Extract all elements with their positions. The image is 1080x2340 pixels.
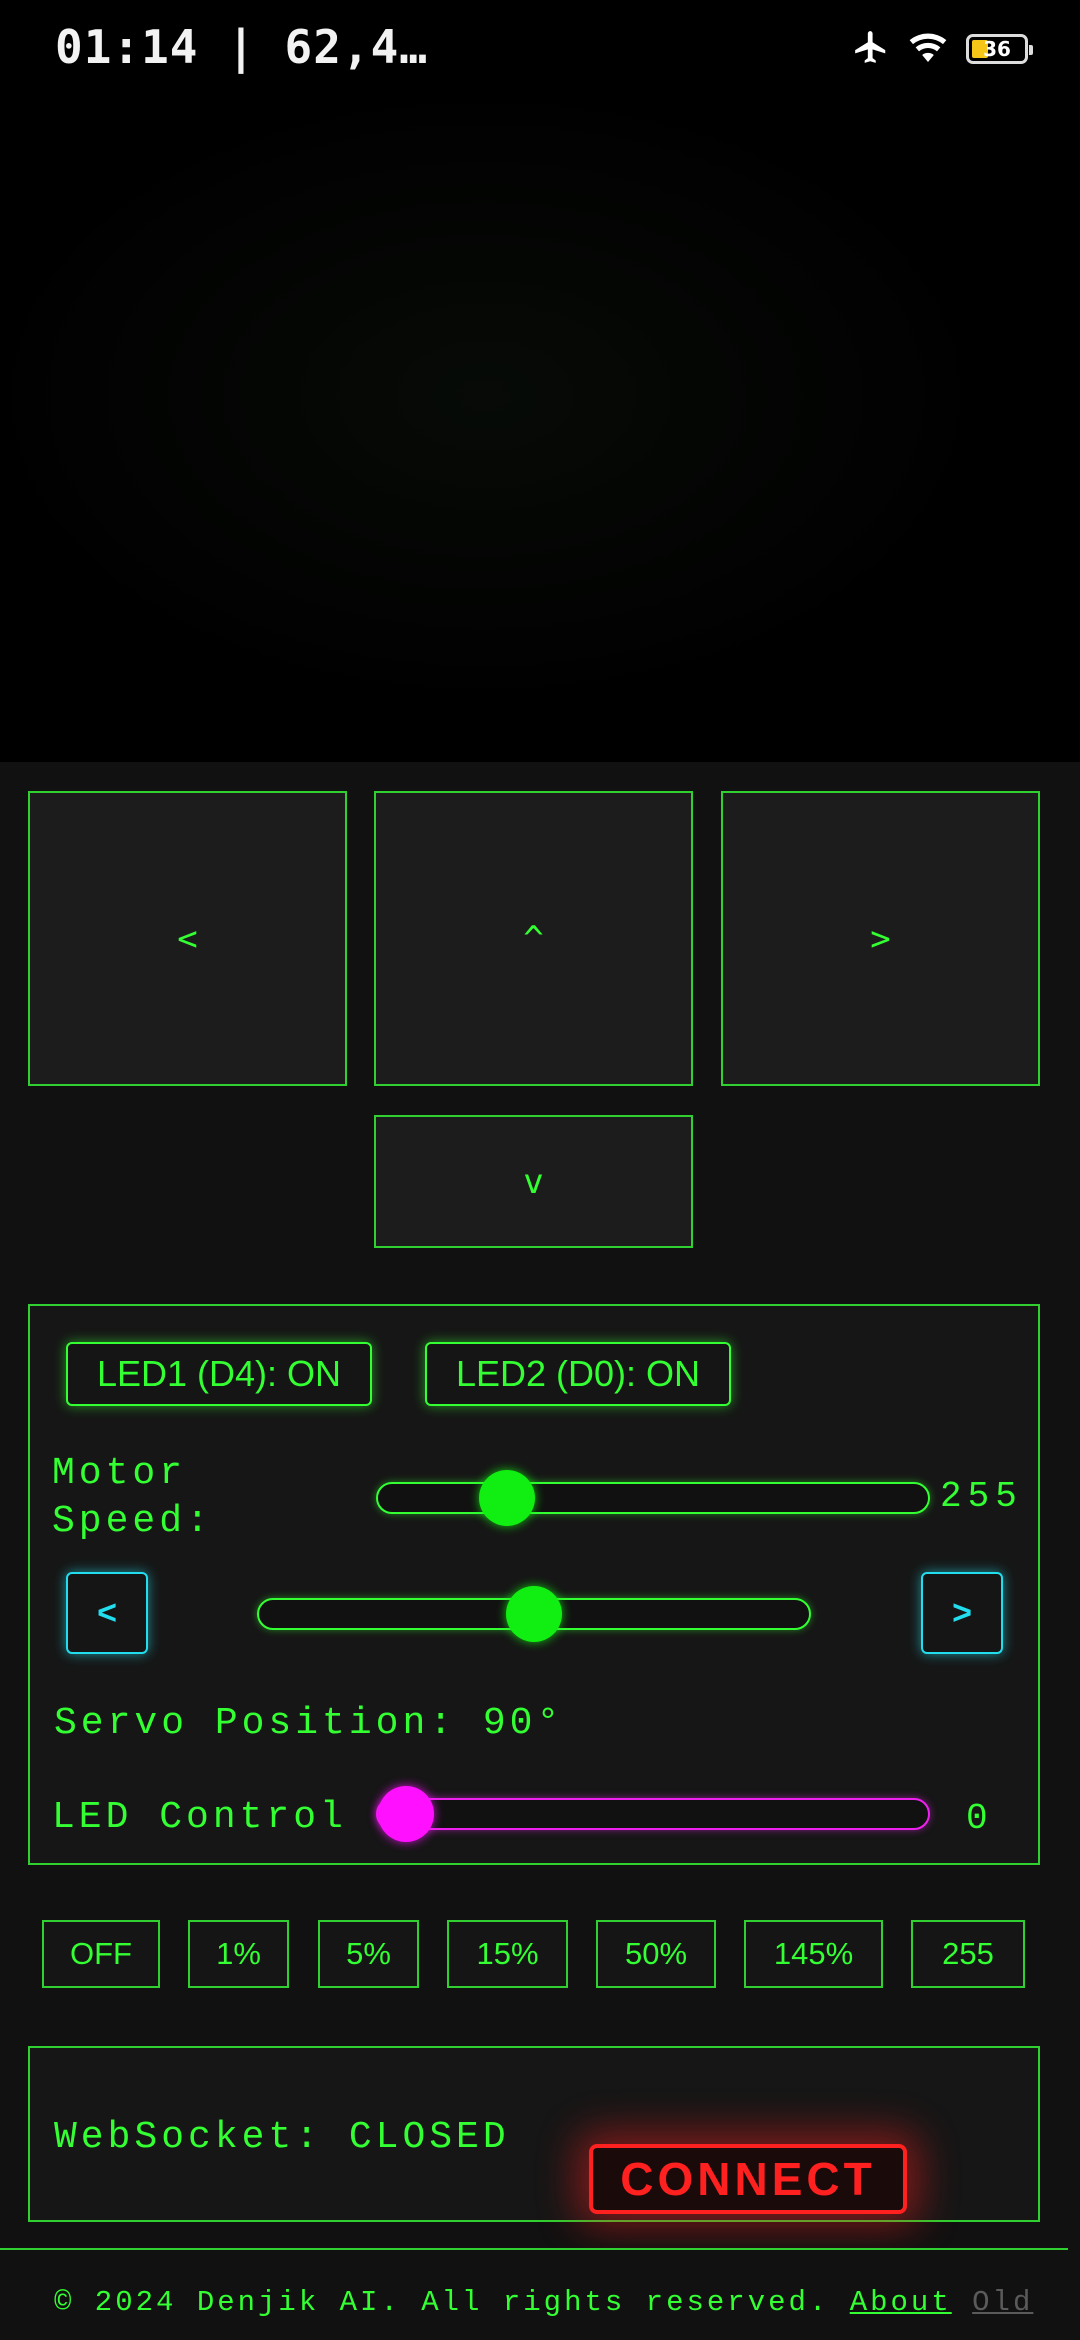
- servo-position-label: Servo Position: 90°: [54, 1702, 564, 1745]
- motor-speed-label: Motor Speed:: [52, 1452, 213, 1543]
- motor-speed-slider[interactable]: [376, 1470, 930, 1526]
- motor-speed-value: 255: [940, 1476, 1023, 1517]
- preset-15-button[interactable]: 15%: [447, 1920, 568, 1988]
- status-time: 01:14 | 62,4…: [55, 20, 429, 74]
- preset-1-button[interactable]: 1%: [188, 1920, 289, 1988]
- airplane-mode-icon: [852, 28, 890, 70]
- led-brightness-thumb[interactable]: [378, 1786, 434, 1842]
- preset-145-button[interactable]: 145%: [744, 1920, 883, 1988]
- backward-button[interactable]: v: [374, 1115, 693, 1248]
- camera-stream: [0, 96, 1080, 762]
- servo-right-button[interactable]: >: [921, 1572, 1003, 1654]
- status-bar: 01:14 | 62,4… 36: [0, 0, 1080, 96]
- wifi-icon: [908, 30, 948, 68]
- servo-thumb[interactable]: [506, 1586, 562, 1642]
- connect-button[interactable]: CONNECT: [589, 2144, 907, 2214]
- left-button[interactable]: <: [28, 791, 347, 1086]
- footer: © 2024 Denjik AI. All rights reserved. A…: [0, 2248, 1068, 2340]
- preset-50-button[interactable]: 50%: [596, 1920, 716, 1988]
- led-control-value: 0: [966, 1798, 994, 1839]
- led-control-label: LED Control: [52, 1796, 347, 1839]
- copyright-text: © 2024 Denjik AI. All rights reserved.: [54, 2286, 830, 2319]
- preset-5-button[interactable]: 5%: [318, 1920, 419, 1988]
- right-button[interactable]: >: [721, 791, 1040, 1086]
- led-brightness-slider[interactable]: [376, 1786, 930, 1842]
- led2-toggle-button[interactable]: LED2 (D0): ON: [425, 1342, 731, 1406]
- servo-slider[interactable]: [257, 1586, 811, 1642]
- status-icons: 36: [852, 28, 1033, 70]
- preset-off-button[interactable]: OFF: [42, 1920, 160, 1988]
- websocket-status: WebSocket: CLOSED: [54, 2116, 510, 2159]
- forward-button[interactable]: ^: [374, 791, 693, 1086]
- battery-level: 36: [983, 37, 1011, 61]
- servo-left-button[interactable]: <: [66, 1572, 148, 1654]
- websocket-panel: WebSocket: CLOSED CONNECT: [28, 2046, 1040, 2222]
- motor-speed-thumb[interactable]: [479, 1470, 536, 1526]
- old-link[interactable]: Old: [972, 2286, 1033, 2319]
- led1-toggle-button[interactable]: LED1 (D4): ON: [66, 1342, 372, 1406]
- control-panel: LED1 (D4): ON LED2 (D0): ON Motor Speed:…: [28, 1304, 1040, 1865]
- about-link[interactable]: About: [850, 2286, 952, 2319]
- preset-255-button[interactable]: 255: [911, 1920, 1025, 1988]
- battery-icon: 36: [966, 34, 1033, 64]
